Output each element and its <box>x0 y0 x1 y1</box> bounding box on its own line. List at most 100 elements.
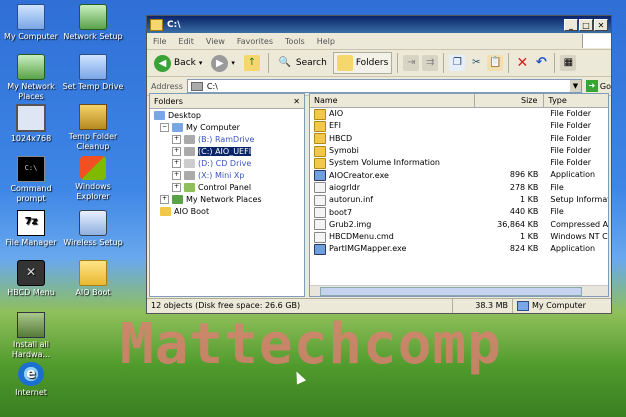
desktop-icon-label: 1024x768 <box>10 134 52 143</box>
tree-item-label: My Network Places <box>186 194 262 204</box>
desktop-icon-monitor[interactable]: 1024x768 <box>0 104 62 144</box>
tree-item[interactable]: + My Network Places <box>150 193 304 205</box>
folders-label: Folders <box>355 58 389 68</box>
menu-help[interactable]: Help <box>317 37 335 46</box>
column-header-name[interactable]: Name <box>310 94 475 107</box>
file-name: EFI <box>329 121 342 131</box>
desktop-icon-cmd[interactable]: C:\ Command prompt <box>0 156 62 204</box>
table-row[interactable]: EFI File Folder <box>310 120 608 132</box>
expand-toggle-icon[interactable]: + <box>172 170 181 180</box>
tree-item[interactable]: + (D:) CD Drive <box>150 157 304 169</box>
title-bar[interactable]: C:\ _ □ ✕ <box>147 16 611 33</box>
tree-item[interactable]: AIO Boot <box>150 205 304 217</box>
undo-icon[interactable]: ↶ <box>533 55 549 71</box>
desktop-icon-folder[interactable]: AIO Boot <box>62 260 124 298</box>
table-row[interactable]: Grub2.img 36,864 KB Compressed Archive <box>310 219 608 231</box>
tree-item[interactable]: + Control Panel <box>150 181 304 193</box>
expand-toggle-icon[interactable]: + <box>172 158 181 168</box>
column-header-size[interactable]: Size <box>475 94 545 107</box>
file-name: Grub2.img <box>329 219 372 229</box>
file-name: aiogrldr <box>329 182 360 192</box>
tree-item[interactable]: Desktop <box>150 109 304 121</box>
tree-item[interactable]: + (B:) RamDrive <box>150 133 304 145</box>
copy-to-icon[interactable]: ⇉ <box>422 55 439 71</box>
close-icon[interactable]: ✕ <box>293 97 300 106</box>
file-type: File Folder <box>550 109 592 118</box>
table-row[interactable]: AIOCreator.exe 896 KB Application <box>310 169 608 182</box>
move-to-icon[interactable]: ⇥ <box>403 55 420 71</box>
back-button[interactable]: ◀ Back ▾ <box>151 53 205 74</box>
table-row[interactable]: System Volume Information File Folder <box>310 157 608 169</box>
desktop-icon-hbcd[interactable]: ✕ HBCD Menu <box>0 260 62 298</box>
go-label: Go <box>599 81 611 91</box>
file-name-cell: AIOCreator.exe <box>310 169 475 182</box>
desktop-icon-install[interactable]: Install all Hardwa... <box>0 312 62 360</box>
window-title: C:\ <box>167 19 181 30</box>
go-button[interactable]: ➜ Go <box>585 80 611 92</box>
up-button[interactable]: ↑ <box>241 53 263 73</box>
tree-item[interactable]: + (C:) AIO_UEFI <box>150 145 304 157</box>
expand-toggle-icon[interactable]: − <box>160 122 169 132</box>
desktop-icon-wireless[interactable]: Wireless Setup <box>62 210 124 248</box>
maximize-button[interactable]: □ <box>579 18 593 31</box>
table-row[interactable]: HBCD File Folder <box>310 133 608 145</box>
tree-item[interactable]: + (X:) Mini Xp <box>150 169 304 181</box>
file-name-cell: AIO <box>310 108 475 120</box>
expand-toggle-icon[interactable]: + <box>172 134 181 144</box>
tree-item-icon <box>160 206 171 216</box>
file-name-cell: System Volume Information <box>310 157 475 169</box>
temp-drive-icon <box>79 54 107 80</box>
internet-icon: e <box>18 362 44 386</box>
expand-toggle-icon[interactable]: + <box>172 182 181 192</box>
file-icon <box>314 231 326 243</box>
views-icon[interactable]: ▦ <box>560 55 577 71</box>
table-row[interactable]: PartIMGMapper.exe 824 KB Application <box>310 243 608 255</box>
desktop-icon-network-setup[interactable]: Network Setup <box>62 4 124 42</box>
menu-view[interactable]: View <box>206 37 225 46</box>
forward-button[interactable]: ▶ ▾ <box>208 53 238 74</box>
desktop-icon-cleanup[interactable]: Temp Folder Cleanup <box>62 104 124 152</box>
expand-toggle-icon[interactable]: + <box>160 194 169 204</box>
go-arrow-icon: ➜ <box>585 80 598 92</box>
menu-favorites[interactable]: Favorites <box>237 37 273 46</box>
desktop-icon-explorer[interactable]: Windows Explorer <box>62 156 124 202</box>
menu-edit[interactable]: Edit <box>178 37 194 46</box>
copy-icon[interactable]: ❐ <box>449 55 466 71</box>
horizontal-scrollbar[interactable] <box>310 285 608 296</box>
desktop-icon-label: File Manager <box>5 238 57 247</box>
file-size: 36,864 KB <box>497 219 539 229</box>
scrollbar-thumb[interactable] <box>320 287 582 296</box>
desktop-icon-network-places[interactable]: My Network Places <box>0 54 62 102</box>
desktop-icon-internet[interactable]: e Internet <box>0 362 62 398</box>
my-computer-icon <box>17 4 45 30</box>
search-button[interactable]: 🔍 Search <box>274 53 330 73</box>
delete-icon[interactable]: ✕ <box>514 55 530 71</box>
table-row[interactable]: Symobi File Folder <box>310 145 608 157</box>
cut-icon[interactable]: ✂ <box>468 55 484 71</box>
desktop-icon-label: HBCD Menu <box>7 288 55 297</box>
minimize-button[interactable]: _ <box>564 18 578 31</box>
table-row[interactable]: autorun.inf 1 KB Setup Information <box>310 194 608 206</box>
table-row[interactable]: AIO File Folder <box>310 108 608 120</box>
table-row[interactable]: boot7 440 KB File <box>310 206 608 219</box>
folder-icon <box>314 133 326 145</box>
table-row[interactable]: aiogrldr 278 KB File <box>310 182 608 194</box>
menu-file[interactable]: File <box>153 37 166 46</box>
column-header-type[interactable]: Type <box>544 94 608 107</box>
desktop-icon-7zip[interactable]: 7z File Manager <box>0 210 62 248</box>
table-row[interactable]: HBCDMenu.cmd 1 KB Windows NT Command <box>310 231 608 243</box>
folders-button[interactable]: Folders <box>332 52 393 74</box>
paste-icon[interactable]: 📋 <box>487 55 504 71</box>
expand-toggle-icon[interactable]: + <box>172 146 181 156</box>
status-bar: 12 objects (Disk free space: 26.6 GB) 38… <box>147 298 611 313</box>
menu-tools[interactable]: Tools <box>285 37 305 46</box>
address-input[interactable]: C:\ ▼ <box>186 79 582 93</box>
desktop-icon-my-computer[interactable]: My Computer <box>0 4 62 42</box>
cleanup-icon <box>79 104 107 130</box>
close-button[interactable]: ✕ <box>594 18 608 31</box>
status-location-label: My Computer <box>532 301 586 310</box>
folder-icon <box>314 145 326 157</box>
desktop-icon-temp-drive[interactable]: Set Temp Drive <box>62 54 124 92</box>
chevron-down-icon[interactable]: ▼ <box>569 80 581 92</box>
tree-item[interactable]: − My Computer <box>150 121 304 133</box>
